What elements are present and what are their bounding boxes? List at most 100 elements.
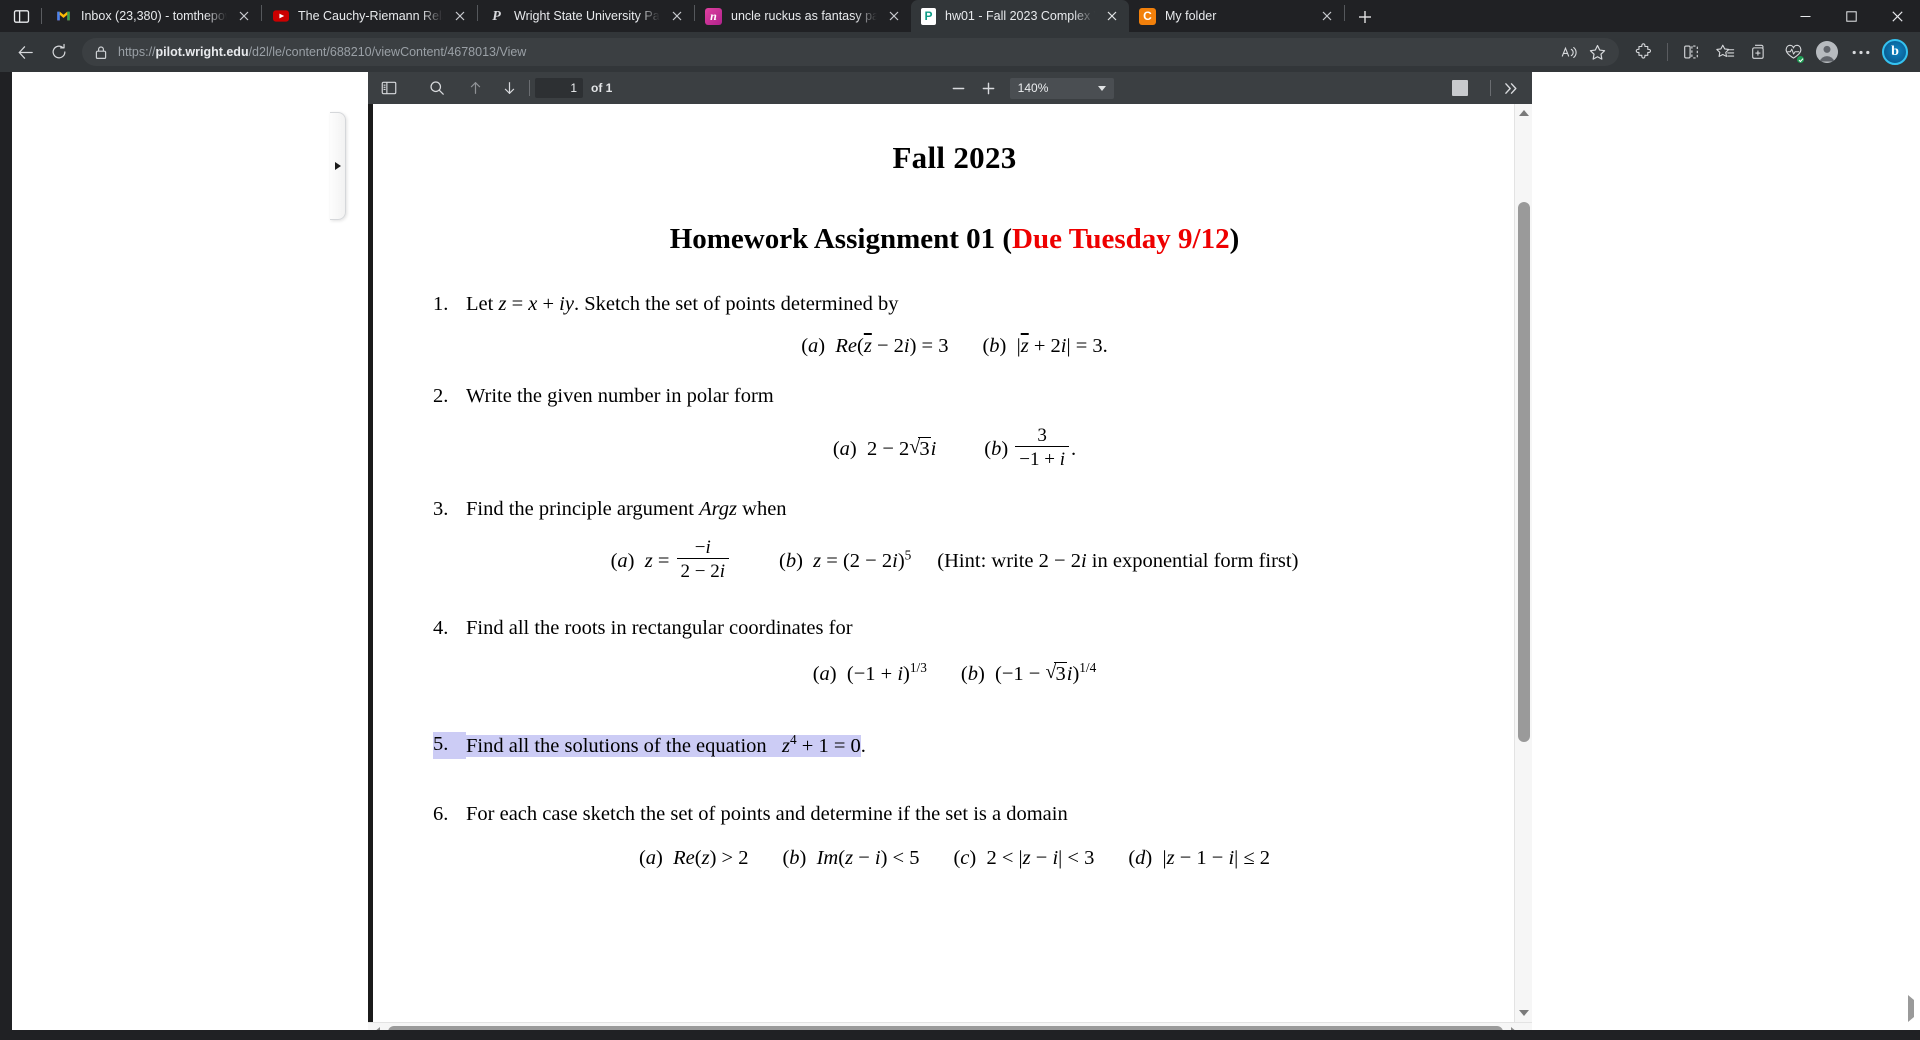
problem-1-equation: (a) Re(z − 2i) = 3 (b) |z + 2i| = 3. <box>801 334 1108 357</box>
tab-close-icon[interactable] <box>233 5 255 27</box>
profile-avatar-icon[interactable] <box>1810 35 1844 69</box>
window-controls <box>1782 0 1920 32</box>
problem-item-3: 3. Find the principle argument Argz when <box>433 497 1476 523</box>
canvas-c-icon: C <box>1139 7 1156 25</box>
window-bottom-edge <box>0 1030 1920 1040</box>
pdf-page-column: Fall 2023 Homework Assignment 01 (Due Tu… <box>368 104 1514 1022</box>
gmail-icon <box>55 8 72 25</box>
zoom-controls: 140% <box>944 75 1114 101</box>
nitter-n-icon: n <box>705 7 722 25</box>
more-options-icon[interactable] <box>1844 35 1878 69</box>
tab-close-icon[interactable] <box>666 5 688 27</box>
problem-3-equation: (a) z = −i 2 − 2i (b) z = (2 − 2i)5 (Hint: … <box>610 536 1299 582</box>
status-ok-badge <box>1796 55 1805 64</box>
tab-actions-icon[interactable] <box>4 0 38 32</box>
add-to-collection-icon[interactable] <box>1742 35 1776 69</box>
pdf-vertical-scrollbar[interactable] <box>1514 104 1532 1022</box>
fit-page-icon[interactable] <box>1445 75 1475 101</box>
expand-sidebar-arrow-icon <box>334 162 341 170</box>
selected-equation: z4 + 1 = 0 <box>782 731 861 757</box>
pdf-toolbar: 1 of 1 140% <box>368 72 1532 104</box>
document-title: Fall 2023 <box>892 140 1017 175</box>
browser-tab-1[interactable]: The Cauchy-Riemann Relations a <box>262 0 477 32</box>
tab-close-icon[interactable] <box>449 5 471 27</box>
collections-star-icon[interactable] <box>1708 35 1742 69</box>
problem-item-6: 6. For each case sketch the set of point… <box>433 802 1476 828</box>
zoom-level-select[interactable]: 140% <box>1009 77 1114 99</box>
problem-text: Find all the roots in rectangular coordi… <box>466 617 853 640</box>
tab-title: uncle ruckus as fantasy paladin - <box>731 9 877 23</box>
pdf-viewer: 1 of 1 140% Fall 2023 Homework Assignmen… <box>368 72 1532 1040</box>
address-bar[interactable]: https://pilot.wright.edu/d2l/le/content/… <box>82 38 1619 66</box>
page-count-label: of 1 <box>591 81 613 95</box>
browser-toolbar: https://pilot.wright.edu/d2l/le/content/… <box>0 32 1920 72</box>
subtitle-main: Homework Assignment 01 ( <box>669 223 1013 255</box>
window-maximize-button[interactable] <box>1828 0 1874 32</box>
problem-text: For each case sketch the set of points a… <box>466 803 1068 826</box>
pdf-toolbar-right-group <box>1445 75 1526 101</box>
problem-number: 6. <box>433 803 449 826</box>
scroll-up-arrow-icon[interactable] <box>1515 104 1532 122</box>
problem-2-equation: (a) 2 − 23i(b) 3−1 + i. <box>433 426 1476 473</box>
selected-text: Find all the solutions of the equation <box>466 734 767 757</box>
page-thumbnails-icon[interactable] <box>374 75 404 101</box>
page-scroll-right-arrow-icon[interactable] <box>1908 995 1914 1022</box>
scroll-down-arrow-icon[interactable] <box>1515 1004 1532 1022</box>
back-arrow-icon[interactable] <box>8 35 42 69</box>
tab-close-icon[interactable] <box>1316 5 1338 27</box>
vertical-scrollbar-thumb[interactable] <box>1518 202 1530 742</box>
problem-item-1: 1. Let z = x + iy. Sketch the set of poi… <box>433 292 1476 318</box>
star-icon[interactable] <box>1583 39 1611 65</box>
tab-title: Inbox (23,380) - tomthepower@g <box>81 9 227 23</box>
plus-icon[interactable] <box>974 75 1004 101</box>
avatar <box>1816 41 1838 63</box>
browser-tab-3[interactable]: n uncle ruckus as fantasy paladin - <box>695 0 911 32</box>
window-close-button[interactable] <box>1874 0 1920 32</box>
toolbar-divider <box>529 80 530 96</box>
browser-tab-5[interactable]: C My folder <box>1129 0 1344 32</box>
problem-item-2: 2. Write the given number in polar form <box>433 384 1476 410</box>
arrow-up-icon[interactable] <box>460 75 490 101</box>
tab-title: The Cauchy-Riemann Relations a <box>298 9 443 23</box>
host-page-left-panel <box>0 72 368 1040</box>
problem-text: Let z = x + iy. Sketch the set of points… <box>466 293 899 315</box>
tab-close-icon[interactable] <box>883 5 905 27</box>
problem-4-equation: (a) (−1 + i)1/3(b) (−1 − 3i)1/4 <box>433 660 1476 686</box>
search-icon[interactable] <box>422 75 452 101</box>
toolbar-divider <box>1667 43 1668 61</box>
problem-6-equation: (a) Re(z) > 2 (b) Im(z − i) < 5 (c) 2 < |z… <box>638 846 1271 869</box>
due-date-text: Due Tuesday 9/12 <box>1012 223 1230 255</box>
split-screen-icon[interactable] <box>1674 35 1708 69</box>
browser-essentials-icon[interactable] <box>1776 35 1810 69</box>
problem-item-4: 4. Find all the roots in rectangular coo… <box>433 616 1476 642</box>
browser-tab-2[interactable]: P Wright State University Parking, P <box>478 0 694 32</box>
chevron-double-right-icon[interactable] <box>1496 75 1526 101</box>
bing-copilot-icon[interactable]: b <box>1878 35 1912 69</box>
tab-close-icon[interactable] <box>1101 5 1123 27</box>
tab-title: hw01 - Fall 2023 Complex Variab <box>945 9 1095 23</box>
refresh-icon[interactable] <box>42 35 76 69</box>
chevron-down-icon <box>1097 85 1106 91</box>
puzzle-piece-icon[interactable] <box>1627 35 1661 69</box>
page-number-input[interactable]: 1 <box>535 78 583 98</box>
read-aloud-icon[interactable] <box>1555 39 1583 65</box>
arrow-down-icon[interactable] <box>494 75 524 101</box>
tab-title: My folder <box>1165 9 1217 23</box>
problem-number: 5. <box>433 731 466 760</box>
pdf-document-viewport[interactable]: Fall 2023 Homework Assignment 01 (Due Tu… <box>368 104 1532 1022</box>
new-tab-button[interactable] <box>1350 2 1380 32</box>
lock-icon[interactable] <box>94 45 108 60</box>
address-bar-url: https://pilot.wright.edu/d2l/le/content/… <box>118 45 527 59</box>
sidebar-expand-handle[interactable] <box>330 112 346 220</box>
window-minimize-button[interactable] <box>1782 0 1828 32</box>
browser-tab-4-active[interactable]: P hw01 - Fall 2023 Complex Variab <box>911 0 1129 32</box>
minus-icon[interactable] <box>944 75 974 101</box>
browser-tab-strip: Inbox (23,380) - tomthepower@g The Cauch… <box>0 0 1920 32</box>
toolbar-divider <box>1490 80 1491 96</box>
browser-tab-0[interactable]: Inbox (23,380) - tomthepower@g <box>45 0 261 32</box>
zoom-level-value: 140% <box>1017 81 1049 95</box>
problem-text: Write the given number in polar form <box>466 384 774 407</box>
problem-number: 3. <box>433 498 449 521</box>
host-page-right-panel <box>1532 72 1920 1040</box>
toolbar-icon-group: b <box>1627 35 1912 69</box>
